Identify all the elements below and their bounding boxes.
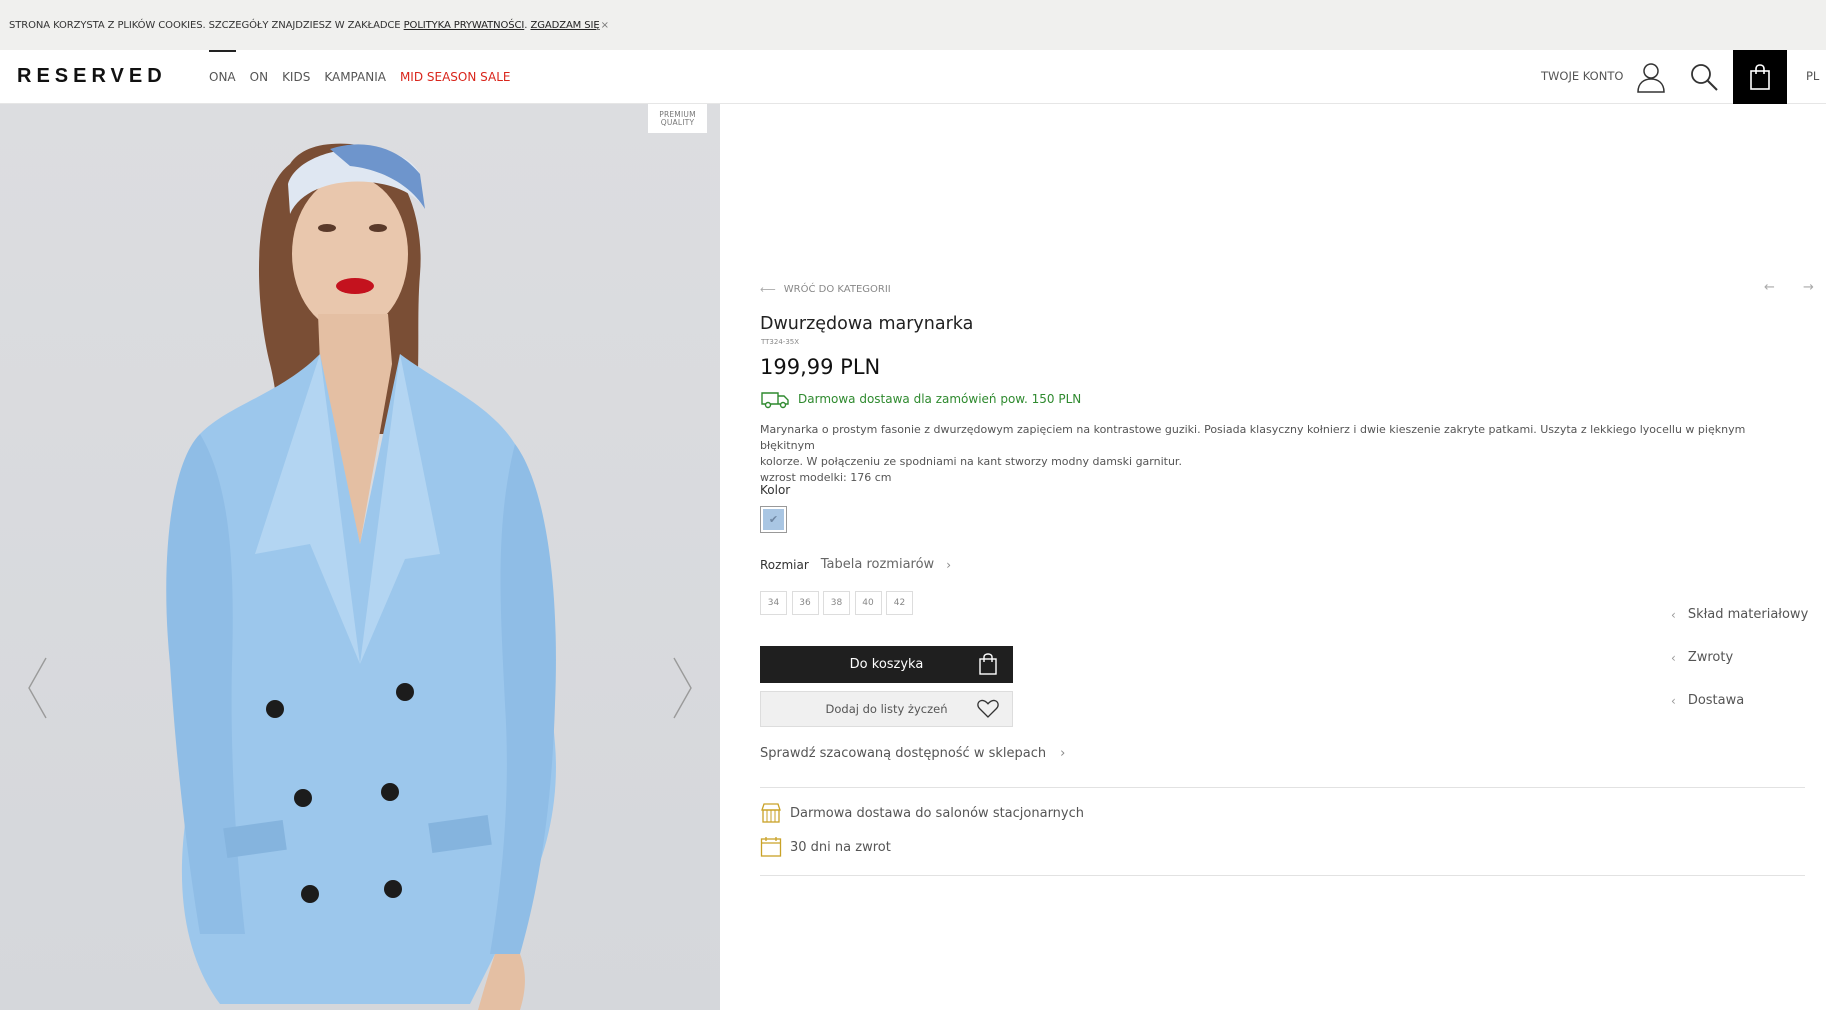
size-option-42[interactable]: 42	[886, 591, 913, 615]
free-delivery-info: Darmowa dostawa dla zamówień pow. 150 PL…	[760, 389, 1081, 409]
close-cookie-icon[interactable]: ×	[601, 20, 609, 31]
accordion-delivery[interactable]: ‹ Dostawa	[1671, 693, 1744, 708]
add-to-cart-button[interactable]: Do koszyka	[760, 646, 1013, 683]
cookie-bar: STRONA KORZYSTA Z PLIKÓW COOKIES. SZCZEG…	[0, 0, 1826, 50]
back-arrow-icon: ⟵	[760, 283, 776, 296]
premium-quality-badge: PREMIUM QUALITY	[648, 104, 707, 133]
accordion-returns-label: Zwroty	[1687, 650, 1734, 665]
accordion-delivery-label: Dostawa	[1687, 693, 1745, 708]
size-options: 34 36 38 40 42	[760, 591, 918, 615]
color-label: Kolor	[760, 483, 791, 497]
nav-item-on[interactable]: ON	[250, 50, 268, 104]
cart-button[interactable]	[1733, 50, 1787, 104]
perk-returns: 30 dni na zwrot	[760, 836, 891, 858]
accordion-material[interactable]: ‹ Skład materiałowy	[1671, 607, 1808, 622]
back-link-label: WRÓĆ DO KATEGORII	[783, 284, 891, 295]
perk-store-delivery-text: Darmowa dostawa do salonów stacjonarnych	[790, 805, 1085, 821]
next-image-arrow-icon[interactable]	[672, 656, 694, 720]
privacy-policy-link[interactable]: POLITYKA PRYWATNOŚCI	[404, 20, 525, 31]
calendar-30-icon	[760, 837, 782, 857]
chevron-right-icon: ›	[946, 557, 952, 572]
color-swatch-blue[interactable]: ✔	[760, 506, 787, 533]
accordion-returns[interactable]: ‹ Zwroty	[1671, 650, 1733, 665]
checkmark-icon: ✔	[763, 509, 784, 530]
product-sku: TT324-35X	[761, 338, 800, 346]
add-to-cart-label: Do koszyka	[849, 657, 924, 672]
delivery-truck-icon	[761, 392, 789, 409]
badge-line-2: QUALITY	[660, 118, 695, 127]
main-nav: ONA ON KIDS KAMPANIA MID SEASON SALE	[209, 50, 524, 104]
add-to-wishlist-button[interactable]: Dodaj do listy życzeń	[760, 691, 1013, 727]
perk-returns-text: 30 dni na zwrot	[790, 839, 891, 855]
size-option-38[interactable]: 38	[823, 591, 850, 615]
product-image[interactable]	[0, 104, 720, 1010]
cookie-separator: .	[524, 19, 528, 31]
perk-store-delivery: Darmowa dostawa do salonów stacjonarnych	[760, 802, 1084, 824]
chevron-right-icon: ›	[1060, 746, 1066, 761]
search-icon[interactable]	[1689, 62, 1719, 92]
store-availability-link[interactable]: Sprawdź szacowaną dostępność w sklepach …	[760, 746, 1065, 761]
nav-item-sale[interactable]: MID SEASON SALE	[400, 50, 511, 104]
product-price: 199,99 PLN	[760, 355, 881, 379]
description-line-3: wzrost modelki: 176 cm	[760, 471, 892, 484]
model-photo	[166, 143, 556, 1010]
size-label: Rozmiar	[760, 557, 809, 572]
logo[interactable]: RESERVED	[17, 65, 167, 88]
product-title: Dwurzędowa marynarka	[760, 314, 974, 334]
product-details: ⟵ WRÓĆ DO KATEGORII ← → Dwurzędowa maryn…	[760, 104, 1826, 1010]
chevron-left-icon: ‹	[1671, 693, 1676, 708]
cookie-text: STRONA KORZYSTA Z PLIKÓW COOKIES. SZCZEG…	[9, 19, 401, 31]
prev-next-product-arrows-icon[interactable]: ← →	[1764, 280, 1826, 295]
store-availability-label: Sprawdź szacowaną dostępność w sklepach	[760, 746, 1047, 761]
nav-item-kampania[interactable]: KAMPANIA	[324, 50, 386, 104]
site-header: RESERVED ONA ON KIDS KAMPANIA MID SEASON…	[0, 50, 1826, 104]
product-description: Marynarka o prostym fasonie z dwurzędowy…	[760, 422, 1800, 486]
free-delivery-text: Darmowa dostawa dla zamówień pow. 150 PL…	[798, 392, 1082, 406]
back-to-category-link[interactable]: ⟵ WRÓĆ DO KATEGORII	[760, 283, 891, 296]
store-icon	[761, 803, 781, 823]
heart-icon	[977, 699, 999, 718]
account-link[interactable]: TWOJE KONTO	[1541, 69, 1623, 83]
size-selector-header: Rozmiar Tabela rozmiarów ›	[760, 557, 951, 572]
divider	[760, 875, 1805, 876]
nav-item-ona[interactable]: ONA	[209, 50, 236, 104]
description-line-2: kolorze. W połączeniu ze spodniami na ka…	[760, 455, 1182, 468]
user-icon[interactable]	[1636, 61, 1666, 93]
prev-image-arrow-icon[interactable]	[26, 656, 48, 720]
chevron-left-icon: ‹	[1671, 650, 1676, 665]
description-line-1: Marynarka o prostym fasonie z dwurzędowy…	[760, 423, 1746, 452]
divider	[760, 787, 1805, 788]
size-option-40[interactable]: 40	[854, 591, 882, 615]
shopping-bag-icon	[979, 653, 997, 675]
size-chart-link[interactable]: Tabela rozmiarów	[821, 557, 934, 572]
accept-cookies-link[interactable]: ZGADZAM SIĘ	[530, 20, 599, 31]
shopping-bag-icon	[1750, 64, 1770, 90]
language-selector[interactable]: PL	[1806, 69, 1819, 83]
chevron-left-icon: ‹	[1671, 607, 1676, 622]
wishlist-label: Dodaj do listy życzeń	[825, 702, 948, 716]
accordion-material-label: Skład materiałowy	[1687, 607, 1809, 622]
nav-item-kids[interactable]: KIDS	[282, 50, 310, 104]
size-option-36[interactable]: 36	[791, 591, 819, 615]
size-option-34[interactable]: 34	[760, 591, 787, 615]
